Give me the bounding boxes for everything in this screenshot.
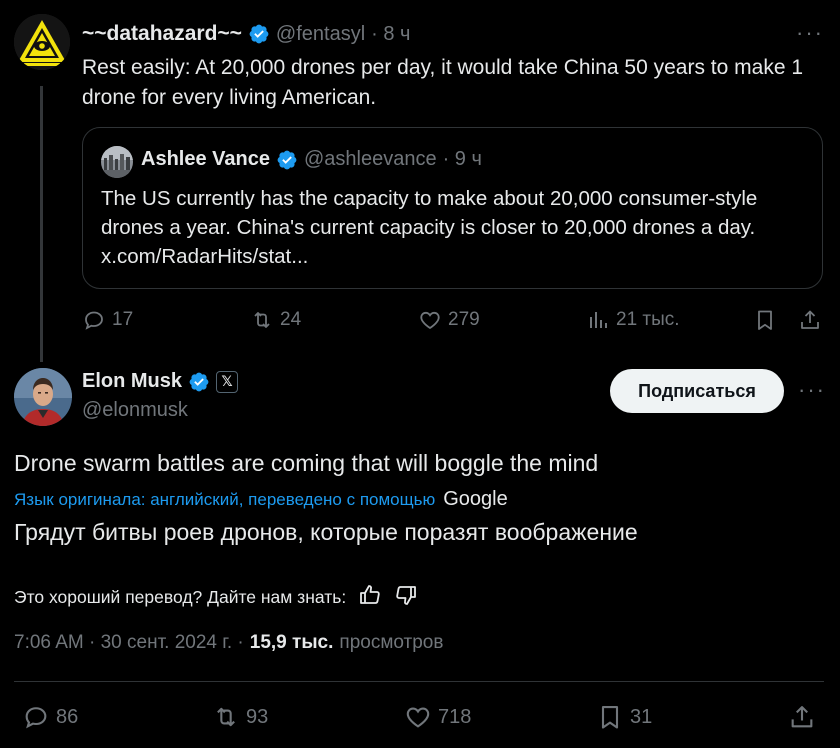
main-share-button[interactable] xyxy=(788,703,816,731)
main-tweet-header: Elon Musk 𝕏 xyxy=(82,370,239,393)
parent-repost-button[interactable]: 24 xyxy=(250,308,301,332)
parent-tweet-text: Rest easily: At 20,000 drones per day, i… xyxy=(82,56,804,109)
parent-bookmark-button[interactable] xyxy=(753,308,777,332)
translation-feedback-question: Это хороший перевод? Дайте нам знать: xyxy=(14,587,347,607)
repost-icon xyxy=(217,707,235,727)
like-icon xyxy=(420,311,440,330)
parent-display-name[interactable]: ~~datahazard~~ xyxy=(82,22,242,46)
quote-handle: @ashleevance xyxy=(303,148,437,170)
views-label: просмотров xyxy=(339,632,444,653)
verified-badge-icon xyxy=(248,23,270,45)
parent-share-button[interactable] xyxy=(798,308,822,332)
parent-like-button[interactable]: 279 xyxy=(418,308,480,332)
parent-like-count: 279 xyxy=(448,309,480,330)
quoted-tweet-card[interactable]: Ashlee Vance @ashleevance · 9 ч The US c… xyxy=(82,127,823,289)
main-bookmark-count: 31 xyxy=(630,705,653,728)
hazard-logo-avatar xyxy=(14,14,70,70)
translation-attribution: Язык оригинала: английский, переведено с… xyxy=(14,488,508,511)
parent-avatar[interactable] xyxy=(14,14,70,70)
thumbs-down-button[interactable] xyxy=(394,583,418,612)
thumbs-up-icon xyxy=(360,585,380,604)
share-icon xyxy=(791,706,813,728)
tweet-timestamp[interactable]: 7:06 AM · 30 сент. 2024 г. · xyxy=(14,632,244,654)
quote-display-name[interactable]: Ashlee Vance xyxy=(141,148,270,171)
parent-tweet-header: ~~datahazard~~ @fentasyl · 8 ч xyxy=(82,22,410,46)
main-bookmark-button[interactable]: 31 xyxy=(596,703,652,731)
quote-tweet-text: The US currently has the capacity to mak… xyxy=(101,187,758,268)
quote-header: Ashlee Vance @ashleevance · 9 ч xyxy=(141,148,482,171)
repost-icon xyxy=(254,312,270,328)
bookmark-icon xyxy=(601,706,619,729)
x-affiliate-badge-icon[interactable]: 𝕏 xyxy=(216,370,239,393)
main-repost-count: 93 xyxy=(246,705,269,728)
translation-feedback-row: Это хороший перевод? Дайте нам знать: xyxy=(14,583,418,612)
reply-icon xyxy=(85,311,103,330)
main-avatar[interactable] xyxy=(14,368,72,426)
main-display-name[interactable]: Elon Musk xyxy=(82,370,182,393)
main-reply-button[interactable]: 86 xyxy=(22,703,78,731)
thumbs-down-icon xyxy=(396,586,417,605)
verified-badge-icon xyxy=(188,371,210,393)
thread-connector-line xyxy=(40,86,43,362)
views-count: 15,9 тыс. xyxy=(249,632,334,653)
parent-reply-count: 17 xyxy=(112,309,134,330)
quote-avatar xyxy=(101,146,133,178)
thumbs-up-button[interactable] xyxy=(358,583,382,612)
main-like-count: 718 xyxy=(438,705,472,728)
share-icon xyxy=(801,310,819,329)
like-icon xyxy=(406,707,430,728)
translated-tweet-text: Грядут битвы роев дронов, которые поразя… xyxy=(14,519,638,545)
verified-badge-icon xyxy=(276,149,298,171)
follow-button[interactable]: Подписаться xyxy=(610,369,784,413)
main-reply-count: 86 xyxy=(56,705,79,728)
reply-icon xyxy=(25,707,47,729)
main-like-button[interactable]: 718 xyxy=(404,703,471,731)
parent-reply-button[interactable]: 17 xyxy=(82,308,133,332)
parent-time[interactable]: · 8 ч xyxy=(371,23,410,46)
main-tweet-text: Drone swarm battles are coming that will… xyxy=(14,450,599,476)
main-handle[interactable]: @elonmusk xyxy=(82,399,188,422)
divider xyxy=(14,681,824,682)
google-logo: Google xyxy=(443,488,508,510)
quote-time: · 9 ч xyxy=(442,148,482,170)
parent-views-button[interactable]: 21 тыс. xyxy=(586,308,680,332)
parent-views-count: 21 тыс. xyxy=(616,309,680,330)
tweet-meta: 7:06 AM · 30 сент. 2024 г. · 15,9 тыс. п… xyxy=(14,632,443,654)
main-repost-button[interactable]: 93 xyxy=(212,703,268,731)
parent-more-options-button[interactable]: ··· xyxy=(796,20,824,46)
main-more-options-button[interactable]: ··· xyxy=(798,377,826,403)
parent-repost-count: 24 xyxy=(280,309,302,330)
parent-handle[interactable]: @fentasyl xyxy=(276,23,365,46)
translation-note-link[interactable]: Язык оригинала: английский, переведено с… xyxy=(14,490,435,510)
views-icon xyxy=(590,312,607,328)
bookmark-icon xyxy=(758,310,772,330)
